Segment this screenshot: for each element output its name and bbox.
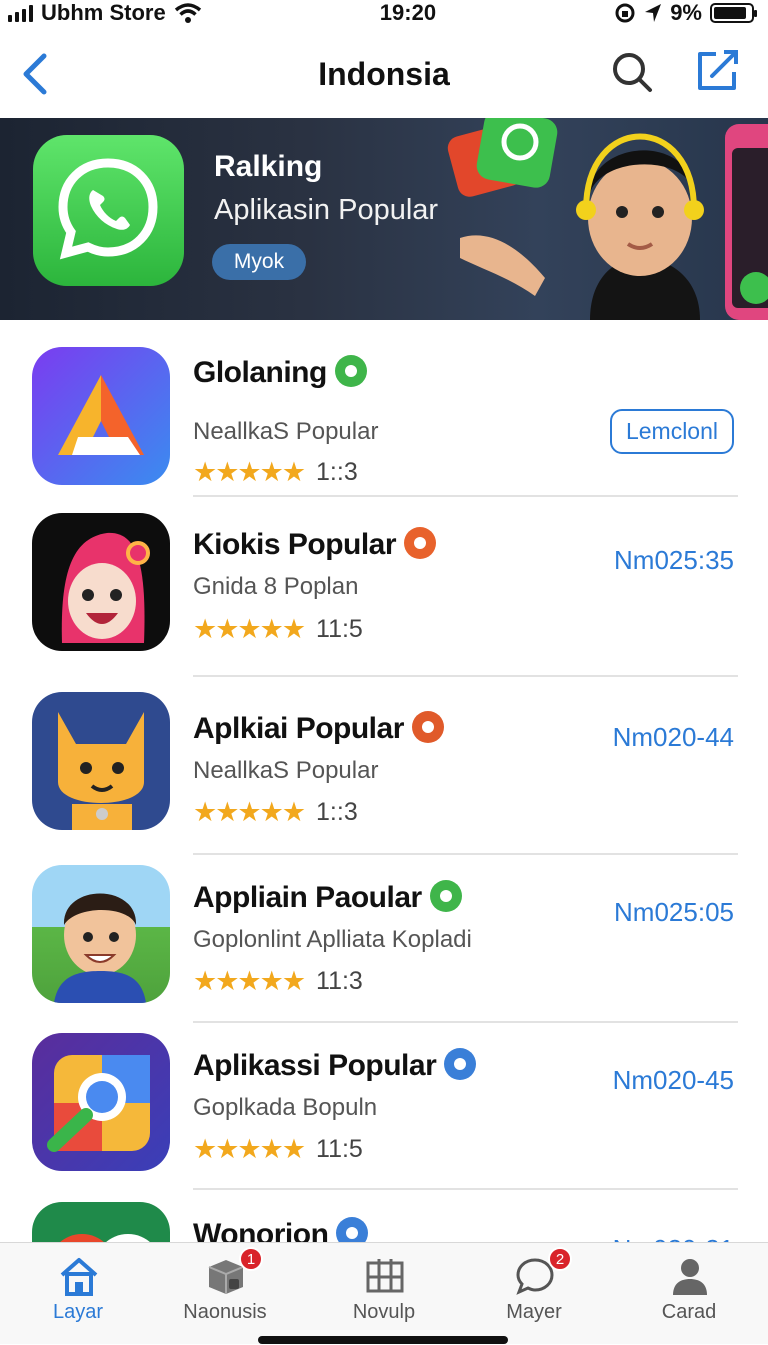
location-icon — [645, 4, 662, 22]
grid-icon — [366, 1259, 404, 1293]
tab-bar: Layar 1 Naonusis Novulp 2 Mayer Carad — [0, 1242, 768, 1344]
rating-value: 11:3 — [316, 967, 363, 995]
tab-label: Layar — [52, 1301, 104, 1323]
row-divider — [193, 675, 738, 677]
app-subtitle: Gnida 8 Poplan — [193, 573, 359, 600]
star-rating-icon: ★★★★★ — [193, 966, 306, 996]
app-rating: ★★★★★ 1::3 — [193, 797, 358, 828]
star-rating-icon: ★★★★★ — [193, 797, 306, 827]
tab-carad[interactable]: Carad — [629, 1243, 749, 1345]
verified-badge-icon — [404, 527, 437, 560]
app-name: Aplikassi Popular — [193, 1048, 477, 1083]
tab-label: Naonusis — [183, 1301, 267, 1323]
star-rating-icon: ★★★★★ — [193, 1134, 306, 1164]
row-divider — [193, 495, 738, 497]
status-bar: Ubhm Store 19:20 9% — [0, 0, 768, 26]
battery-percent: 9% — [670, 0, 702, 25]
person-icon — [673, 1259, 707, 1295]
tab-label: Mayer — [506, 1301, 562, 1323]
app-rating: ★★★★★ 11:3 — [193, 966, 363, 997]
app-rating: ★★★★★ 11:5 — [193, 614, 363, 645]
tab-mayer[interactable]: 2 Mayer — [474, 1243, 594, 1345]
verified-badge-icon — [411, 711, 444, 744]
tab-label: Novulp — [352, 1301, 416, 1323]
tab-label: Carad — [661, 1301, 717, 1323]
home-icon — [60, 1258, 98, 1296]
app-icon[interactable] — [32, 865, 170, 1003]
app-rating: ★★★★★ 11:5 — [193, 1134, 363, 1165]
app-price[interactable]: Nm020-45 — [613, 1065, 734, 1096]
featured-banner[interactable]: Ralking Aplikasin Popular Myok — [0, 118, 768, 320]
nav-bar: Indonsia — [0, 36, 768, 112]
app-name: Glolaning — [193, 355, 367, 390]
compose-icon[interactable] — [694, 48, 740, 94]
tab-layar[interactable]: Layar — [18, 1243, 138, 1345]
tab-naonusis[interactable]: 1 Naonusis — [165, 1243, 285, 1345]
verified-badge-icon — [334, 355, 367, 388]
carrier-label: Ubhm Store — [41, 0, 166, 25]
app-name: Kiokis Popular — [193, 527, 437, 562]
app-icon[interactable] — [32, 347, 170, 485]
app-icon[interactable] — [32, 513, 170, 651]
whatsapp-app-icon[interactable] — [33, 135, 184, 286]
signal-icon — [8, 4, 33, 22]
tab-novulp[interactable]: Novulp — [324, 1243, 444, 1345]
notification-badge: 2 — [548, 1247, 572, 1271]
star-rating-icon: ★★★★★ — [193, 457, 306, 487]
search-icon[interactable] — [610, 50, 654, 94]
app-subtitle: NeallkaS Popular — [193, 757, 379, 784]
rating-value: 1::3 — [316, 798, 358, 826]
app-price[interactable]: Nm025:05 — [614, 897, 734, 928]
back-chevron-icon[interactable] — [14, 50, 54, 98]
banner-illustration — [447, 118, 768, 320]
rating-value: 1::3 — [316, 458, 358, 486]
row-divider — [193, 1021, 738, 1023]
banner-subtitle: Aplikasin Popular — [214, 194, 439, 226]
app-subtitle: Goplkada Bopuln — [193, 1094, 378, 1121]
verified-badge-icon — [444, 1048, 477, 1081]
app-icon[interactable] — [32, 1033, 170, 1171]
app-icon[interactable] — [32, 692, 170, 830]
notification-badge: 1 — [239, 1247, 263, 1271]
app-name: Appliain Paoular — [193, 880, 462, 915]
battery-icon — [709, 3, 757, 23]
banner-button[interactable]: Myok — [212, 244, 306, 280]
clock: 19:20 — [379, 0, 437, 25]
app-rating: ★★★★★ 1::3 — [193, 457, 358, 488]
app-name: Aplkiai Popular — [193, 711, 444, 746]
banner-title: Ralking — [214, 150, 323, 183]
verified-badge-icon — [429, 880, 462, 913]
row-divider — [193, 1188, 738, 1190]
app-subtitle: Goplonlint Aplliata Kopladi — [193, 926, 472, 953]
rating-value: 11:5 — [316, 615, 363, 643]
app-subtitle: NeallkaS Popular — [193, 418, 379, 445]
row-divider — [193, 853, 738, 855]
wifi-icon — [174, 3, 201, 23]
star-rating-icon: ★★★★★ — [193, 614, 306, 644]
page-title: Indonsia — [318, 55, 450, 92]
get-button[interactable]: Lemclonl — [609, 409, 734, 454]
home-indicator[interactable] — [258, 1336, 508, 1344]
rating-value: 11:5 — [316, 1135, 363, 1163]
app-price[interactable]: Nm020-44 — [613, 722, 734, 753]
lock-rotation-icon — [615, 3, 635, 23]
app-price[interactable]: Nm025:35 — [614, 545, 734, 576]
